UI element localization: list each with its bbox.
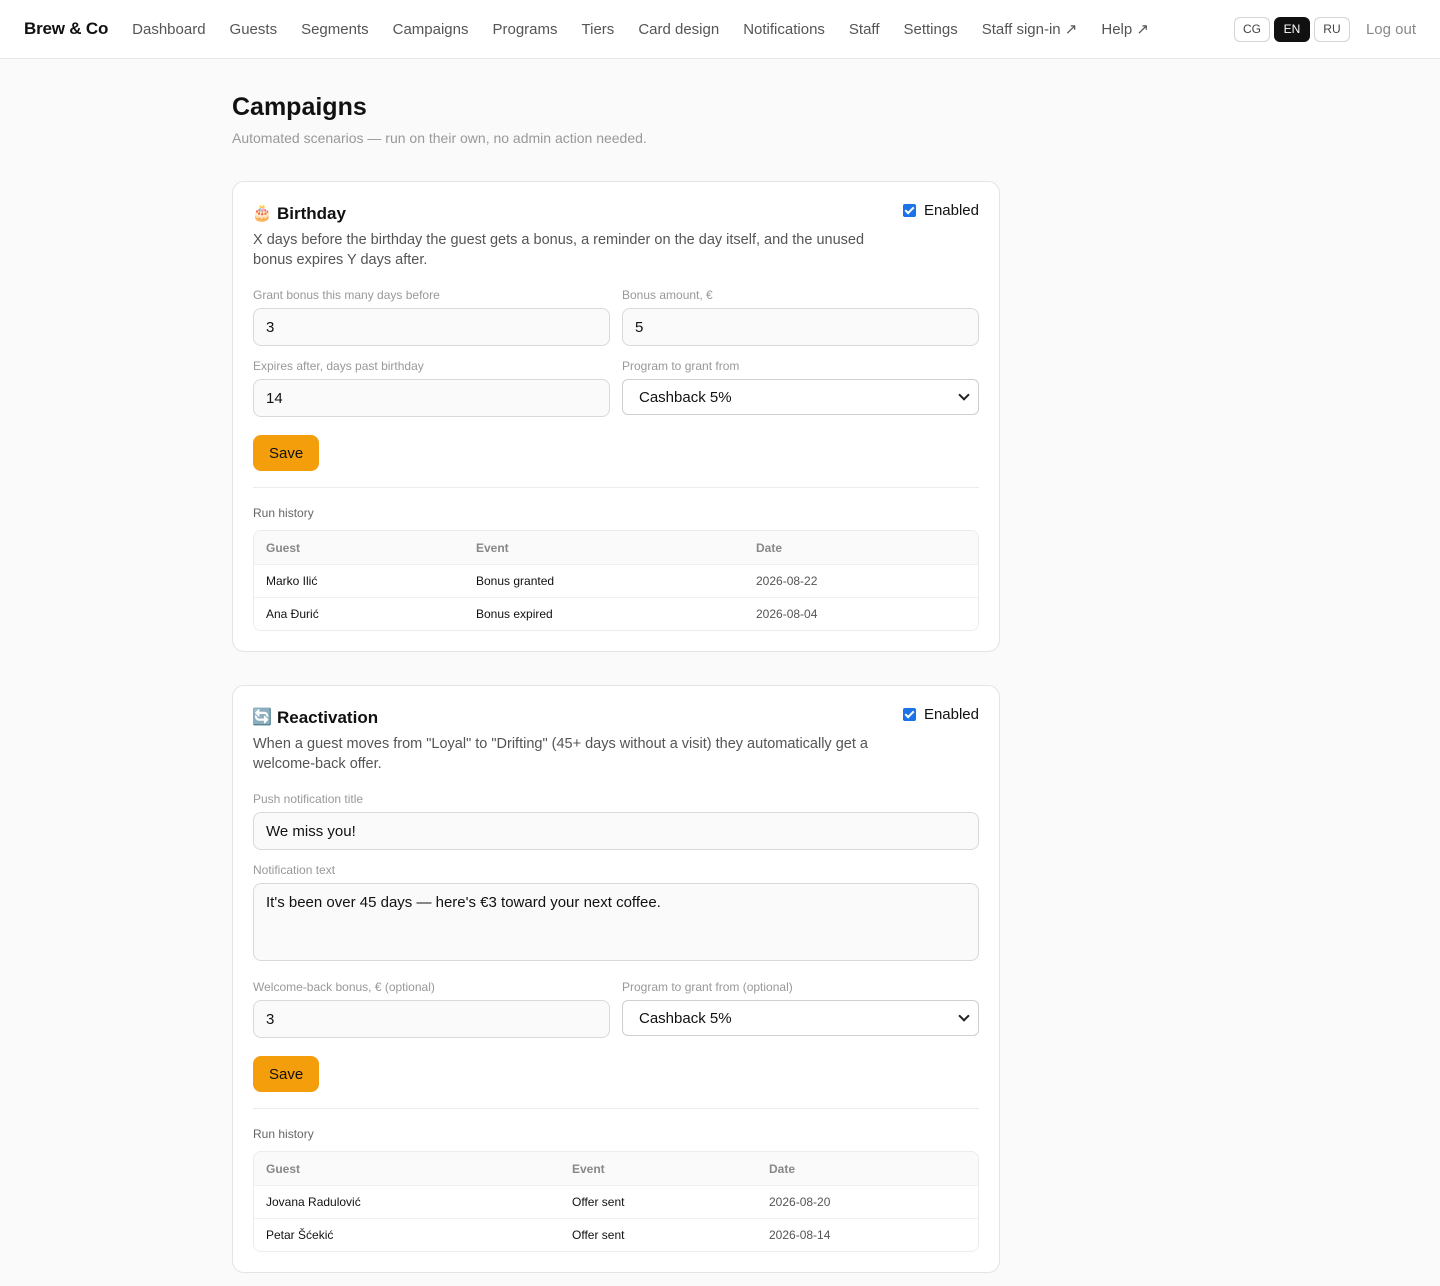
birthday-divider: [253, 487, 979, 488]
push-title-label: Push notification title: [253, 792, 364, 806]
birthday-enabled-label: Enabled: [923, 202, 979, 219]
nav-link-staff[interactable]: Staff: [849, 21, 880, 38]
nav-link-notifications[interactable]: Notifications: [743, 21, 825, 38]
chevron-down-icon: [958, 389, 970, 401]
bonus-amount-label: Bonus amount, €: [622, 288, 713, 302]
nav-link-staff-sign-in[interactable]: Staff sign-in ↗: [982, 20, 1078, 38]
cell-date: 2026-08-22: [756, 574, 818, 588]
notification-text-textarea[interactable]: It's been over 45 days — here's €3 towar…: [253, 883, 979, 961]
cell-date: 2026-08-20: [769, 1195, 831, 1209]
nav-link-card-design[interactable]: Card design: [638, 21, 719, 38]
birthday-save-button[interactable]: Save: [253, 435, 320, 471]
reactivation-enabled-checkbox[interactable]: [902, 708, 916, 721]
main-content: Campaigns Automated scenarios — run on t…: [232, 59, 1000, 1273]
cell-guest: Ana Đurić: [266, 607, 319, 621]
reactivation-card-title: 🔄 Reactivation: [252, 707, 379, 729]
logout-link[interactable]: Log out: [1366, 21, 1416, 38]
cell-guest: Jovana Radulović: [266, 1195, 361, 1209]
birthday-run-history-label: Run history: [253, 506, 314, 520]
nav-link-campaigns[interactable]: Campaigns: [393, 21, 469, 38]
expires-after-input[interactable]: 14: [253, 379, 610, 417]
reactivation-title-text: Reactivation: [277, 708, 379, 727]
chevron-down-icon: [958, 1010, 970, 1022]
brand-logo[interactable]: Brew & Co: [24, 19, 108, 39]
page-subtitle: Automated scenarios — run on their own, …: [232, 130, 647, 146]
column-header-date: Date: [769, 1161, 796, 1176]
reactivation-description: When a guest moves from "Loyal" to "Drif…: [253, 736, 868, 772]
column-header-event: Event: [476, 540, 509, 555]
nav-link-settings[interactable]: Settings: [904, 21, 958, 38]
days-before-label: Grant bonus this many days before: [253, 288, 440, 302]
nav-link-guests[interactable]: Guests: [230, 21, 278, 38]
table-row: Petar Šćekić Offer sent 2026-08-14: [254, 1218, 978, 1251]
birthday-enabled-toggle[interactable]: Enabled: [902, 202, 979, 219]
reactivation-run-history-table: Guest Event Date Jovana Radulović Offer …: [253, 1151, 979, 1252]
nav-link-help[interactable]: Help ↗: [1101, 20, 1149, 38]
table-header-row: Guest Event Date: [254, 531, 978, 564]
birthday-run-history-table: Guest Event Date Marko Ilić Bonus grante…: [253, 530, 979, 631]
cell-event: Bonus granted: [476, 574, 555, 588]
reactivation-campaign-card: 🔄 Reactivation Enabled When a guest move…: [232, 685, 1000, 1273]
table-row: Ana Đurić Bonus expired 2026-08-04: [254, 597, 978, 630]
column-header-date: Date: [756, 540, 783, 555]
lang-button-en[interactable]: EN: [1273, 16, 1310, 42]
birthday-program-value: Cashback 5%: [639, 388, 732, 406]
nav-link-dashboard[interactable]: Dashboard: [132, 21, 205, 38]
cell-date: 2026-08-14: [769, 1228, 831, 1242]
birthday-title-text: Birthday: [277, 204, 346, 223]
reactivation-save-button[interactable]: Save: [253, 1056, 320, 1092]
push-title-input[interactable]: We miss you!: [253, 812, 979, 850]
birthday-campaign-card: 🎂 Birthday Enabled X days before the bir…: [232, 181, 1000, 652]
notification-text-label: Notification text: [253, 863, 336, 877]
cell-event: Offer sent: [572, 1195, 625, 1209]
nav-link-programs[interactable]: Programs: [493, 21, 558, 38]
nav-links: Dashboard Guests Segments Campaigns Prog…: [132, 20, 1173, 39]
table-row: Jovana Radulović Offer sent 2026-08-20: [254, 1185, 978, 1218]
cell-event: Bonus expired: [476, 607, 553, 621]
cake-icon: 🎂: [252, 205, 272, 222]
column-header-guest: Guest: [266, 540, 301, 555]
page-title: Campaigns: [232, 93, 367, 121]
nav-link-segments[interactable]: Segments: [301, 21, 369, 38]
cell-date: 2026-08-04: [756, 607, 818, 621]
cell-guest: Marko Ilić: [266, 574, 318, 588]
bonus-amount-input[interactable]: 5: [622, 308, 979, 346]
expires-after-label: Expires after, days past birthday: [253, 359, 424, 373]
column-header-guest: Guest: [266, 1161, 301, 1176]
lang-button-cg[interactable]: CG: [1233, 16, 1270, 42]
reactivation-enabled-toggle[interactable]: Enabled: [902, 706, 979, 723]
reactivation-enabled-label: Enabled: [923, 706, 979, 723]
birthday-card-title: 🎂 Birthday: [252, 203, 346, 225]
cell-guest: Petar Šćekić: [266, 1228, 334, 1242]
birthday-program-select[interactable]: Cashback 5%: [622, 379, 979, 415]
nav-link-tiers[interactable]: Tiers: [582, 21, 615, 38]
cell-event: Offer sent: [572, 1228, 625, 1242]
top-nav: Brew & Co Dashboard Guests Segments Camp…: [0, 0, 1440, 59]
nav-right: CG EN RU Log out: [1230, 0, 1416, 58]
birthday-description: X days before the birthday the guest get…: [253, 232, 865, 268]
reactivation-divider: [253, 1108, 979, 1109]
table-header-row: Guest Event Date: [254, 1152, 978, 1185]
birthday-enabled-checkbox[interactable]: [902, 204, 916, 217]
birthday-program-label: Program to grant from: [622, 359, 740, 373]
column-header-event: Event: [572, 1161, 605, 1176]
lang-button-ru[interactable]: RU: [1313, 16, 1350, 42]
reactivation-program-label: Program to grant from (optional): [622, 980, 793, 994]
days-before-input[interactable]: 3: [253, 308, 610, 346]
table-row: Marko Ilić Bonus granted 2026-08-22: [254, 564, 978, 597]
reactivation-program-select[interactable]: Cashback 5%: [622, 1000, 979, 1036]
reactivation-run-history-label: Run history: [253, 1127, 314, 1141]
welcome-bonus-input[interactable]: 3: [253, 1000, 610, 1038]
welcome-bonus-label: Welcome-back bonus, € (optional): [253, 980, 435, 994]
refresh-icon: 🔄: [252, 709, 272, 726]
reactivation-program-value: Cashback 5%: [639, 1009, 732, 1027]
